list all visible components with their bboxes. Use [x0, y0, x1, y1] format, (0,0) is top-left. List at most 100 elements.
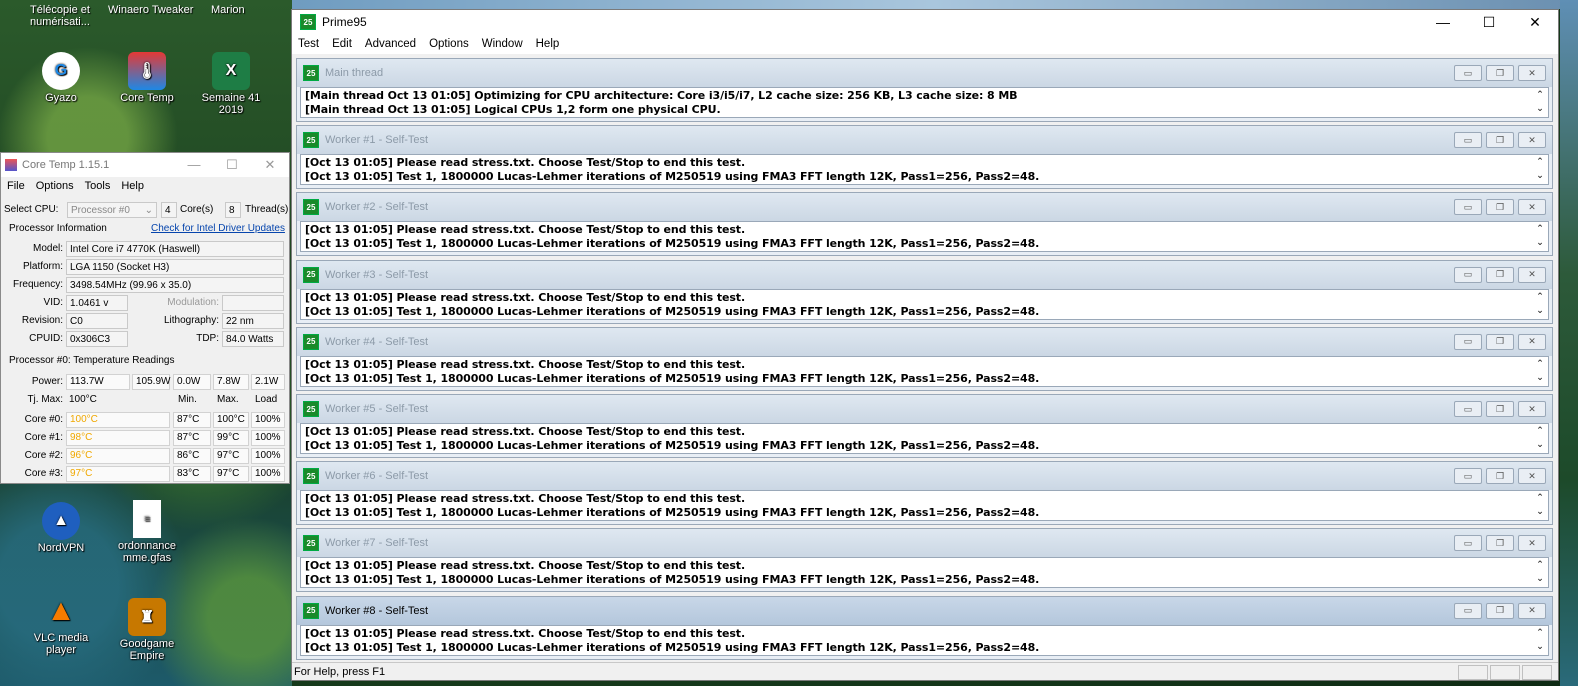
close-icon[interactable]: ✕	[1518, 468, 1546, 485]
worker-window[interactable]: 25 Worker #6 - Self-Test ▭ ❐ ✕ [Oct 13 01:05]…	[296, 461, 1553, 526]
scroll-up-icon[interactable]: ⌃	[1534, 357, 1546, 371]
minimize-icon[interactable]: ▭	[1454, 602, 1482, 619]
scroll-down-icon[interactable]: ⌄	[1534, 438, 1546, 452]
close-icon[interactable]: ✕	[1518, 199, 1546, 216]
maximize-icon[interactable]: ☐	[1466, 14, 1512, 31]
worker-window[interactable]: 25 Worker #3 - Self-Test ▭ ❐ ✕ [Oct 13 01:05]…	[296, 259, 1553, 324]
scroll-up-icon[interactable]: ⌃	[1534, 424, 1546, 438]
desktop-icon-goodgame[interactable]: ♜ Goodgame Empire	[104, 598, 190, 662]
scroll-down-icon[interactable]: ⌄	[1534, 572, 1546, 586]
vertical-scrollbar[interactable]: ⌃ ⌄	[1534, 491, 1546, 519]
scroll-down-icon[interactable]: ⌄	[1534, 102, 1546, 116]
mdi-titlebar[interactable]: 25 Worker #5 - Self-Test ▭ ❐ ✕	[297, 395, 1552, 423]
close-icon[interactable]: ✕	[1518, 602, 1546, 619]
minimize-icon[interactable]: —	[175, 157, 213, 173]
scroll-down-icon[interactable]: ⌄	[1534, 169, 1546, 183]
vertical-scrollbar[interactable]: ⌃ ⌄	[1534, 155, 1546, 183]
mdi-titlebar[interactable]: 25 Worker #2 - Self-Test ▭ ❐ ✕	[297, 193, 1552, 222]
menu-tools[interactable]: Tools	[85, 180, 111, 192]
restore-icon[interactable]: ❐	[1486, 266, 1514, 283]
log-text[interactable]: [Oct 13 01:05] Please read stress.txt. C…	[300, 624, 1549, 656]
worker-window[interactable]: 25 Worker #5 - Self-Test ▭ ❐ ✕ [Oct 13 01:05]…	[296, 394, 1553, 458]
worker-window[interactable]: 25 Worker #4 - Self-Test ▭ ❐ ✕ [Oct 13 01:05]…	[296, 326, 1553, 391]
desktop-icon-vlc[interactable]: ▲ VLC media player	[18, 592, 104, 656]
mdi-titlebar[interactable]: 25 Worker #8 - Self-Test ▭ ❐ ✕	[297, 596, 1552, 625]
mdi-titlebar[interactable]: 25 Main thread ▭ ❐ ✕	[297, 59, 1552, 87]
restore-icon[interactable]: ❐	[1486, 333, 1514, 350]
worker-window[interactable]: 25 Worker #1 - Self-Test ▭ ❐ ✕ [Oct 13 01:05]…	[296, 125, 1553, 190]
log-text[interactable]: [Oct 13 01:05] Please read stress.txt. C…	[300, 221, 1549, 253]
prime95-titlebar[interactable]: 25 Prime95 — ☐ ✕	[292, 10, 1558, 34]
minimize-icon[interactable]: ▭	[1454, 199, 1482, 216]
mdi-titlebar[interactable]: 25 Worker #3 - Self-Test ▭ ❐ ✕	[297, 260, 1552, 289]
close-icon[interactable]: ✕	[1518, 65, 1546, 81]
driver-update-link[interactable]: Check for Intel Driver Updates	[151, 223, 285, 234]
minimize-icon[interactable]: ▭	[1454, 535, 1482, 552]
minimize-icon[interactable]: ▭	[1454, 266, 1482, 283]
menu-options[interactable]: Options	[36, 180, 74, 192]
desktop-icon-gyazo[interactable]: G Gyazo	[18, 52, 104, 104]
worker-window[interactable]: 25 Worker #8 - Self-Test ▭ ❐ ✕ [Oct 13 01:05]…	[296, 595, 1553, 660]
worker-window[interactable]: 25 Worker #2 - Self-Test ▭ ❐ ✕ [Oct 13 01:05]…	[296, 192, 1553, 257]
vertical-scrollbar[interactable]: ⌃ ⌄	[1534, 222, 1546, 250]
vertical-scrollbar[interactable]: ⌃ ⌄	[1534, 424, 1546, 452]
menu-file[interactable]: File	[7, 180, 25, 192]
vertical-scrollbar[interactable]: ⌃ ⌄	[1534, 290, 1546, 318]
scroll-up-icon[interactable]: ⌃	[1534, 290, 1546, 304]
main-thread-window[interactable]: 25 Main thread ▭ ❐ ✕ [Main thread Oct 13 01:0…	[296, 58, 1553, 122]
close-icon[interactable]: ✕	[1518, 401, 1546, 417]
restore-icon[interactable]: ❐	[1486, 468, 1514, 485]
scroll-down-icon[interactable]: ⌄	[1534, 304, 1546, 318]
minimize-icon[interactable]: —	[1420, 14, 1466, 31]
maximize-icon[interactable]: ☐	[213, 157, 251, 173]
vertical-scrollbar[interactable]: ⌃ ⌄	[1534, 357, 1546, 385]
mdi-titlebar[interactable]: 25 Worker #7 - Self-Test ▭ ❐ ✕	[297, 529, 1552, 558]
minimize-icon[interactable]: ▭	[1454, 468, 1482, 485]
log-text[interactable]: [Oct 13 01:05] Please read stress.txt. C…	[300, 557, 1549, 589]
scroll-down-icon[interactable]: ⌄	[1534, 505, 1546, 519]
coretemp-titlebar[interactable]: Core Temp 1.15.1 — ☐ ✕	[1, 153, 289, 177]
close-icon[interactable]: ✕	[1512, 14, 1558, 31]
mdi-titlebar[interactable]: 25 Worker #6 - Self-Test ▭ ❐ ✕	[297, 462, 1552, 491]
scroll-up-icon[interactable]: ⌃	[1534, 222, 1546, 236]
desktop-icon-excel[interactable]: X Semaine 41 2019	[188, 52, 274, 116]
select-cpu-dropdown[interactable]: Processor #0 ⌄	[67, 202, 157, 218]
restore-icon[interactable]: ❐	[1486, 535, 1514, 552]
log-text[interactable]: [Oct 13 01:05] Please read stress.txt. C…	[300, 154, 1549, 186]
scroll-up-icon[interactable]: ⌃	[1534, 558, 1546, 572]
vertical-scrollbar[interactable]: ⌃ ⌄	[1534, 558, 1546, 586]
desktop-icon-coretemp[interactable]: 🌡 Core Temp	[104, 52, 190, 104]
desktop-icon-nordvpn[interactable]: ▲ NordVPN	[18, 502, 104, 554]
desktop-label-telecopie[interactable]: Télécopie et numérisati...	[30, 4, 100, 28]
minimize-icon[interactable]: ▭	[1454, 333, 1482, 350]
minimize-icon[interactable]: ▭	[1454, 132, 1482, 149]
scroll-down-icon[interactable]: ⌄	[1534, 371, 1546, 385]
menu-edit[interactable]: Edit	[332, 38, 352, 50]
close-icon[interactable]: ✕	[251, 157, 289, 173]
scroll-up-icon[interactable]: ⌃	[1534, 88, 1546, 102]
menu-help[interactable]: Help	[536, 38, 560, 50]
minimize-icon[interactable]: ▭	[1454, 65, 1482, 81]
desktop-label-marion[interactable]: Marion	[211, 4, 245, 16]
log-text[interactable]: [Oct 13 01:05] Please read stress.txt. C…	[300, 288, 1549, 320]
scroll-up-icon[interactable]: ⌃	[1534, 626, 1546, 640]
desktop-icon-ordonnance[interactable]: ≡ ordonnance mme.gfas	[104, 500, 190, 564]
close-icon[interactable]: ✕	[1518, 132, 1546, 149]
restore-icon[interactable]: ❐	[1486, 602, 1514, 619]
close-icon[interactable]: ✕	[1518, 333, 1546, 350]
minimize-icon[interactable]: ▭	[1454, 401, 1482, 417]
log-text[interactable]: [Oct 13 01:05] Please read stress.txt. C…	[300, 423, 1549, 454]
worker-window[interactable]: 25 Worker #7 - Self-Test ▭ ❐ ✕ [Oct 13 01:05]…	[296, 528, 1553, 593]
vertical-scrollbar[interactable]: ⌃ ⌄	[1534, 88, 1546, 116]
close-icon[interactable]: ✕	[1518, 535, 1546, 552]
mdi-titlebar[interactable]: 25 Worker #4 - Self-Test ▭ ❐ ✕	[297, 327, 1552, 356]
menu-options[interactable]: Options	[429, 38, 469, 50]
scroll-down-icon[interactable]: ⌄	[1534, 236, 1546, 250]
menu-advanced[interactable]: Advanced	[365, 38, 416, 50]
restore-icon[interactable]: ❐	[1486, 132, 1514, 149]
log-text[interactable]: [Oct 13 01:05] Please read stress.txt. C…	[300, 355, 1549, 387]
close-icon[interactable]: ✕	[1518, 266, 1546, 283]
restore-icon[interactable]: ❐	[1486, 65, 1514, 81]
restore-icon[interactable]: ❐	[1486, 401, 1514, 417]
restore-icon[interactable]: ❐	[1486, 199, 1514, 216]
